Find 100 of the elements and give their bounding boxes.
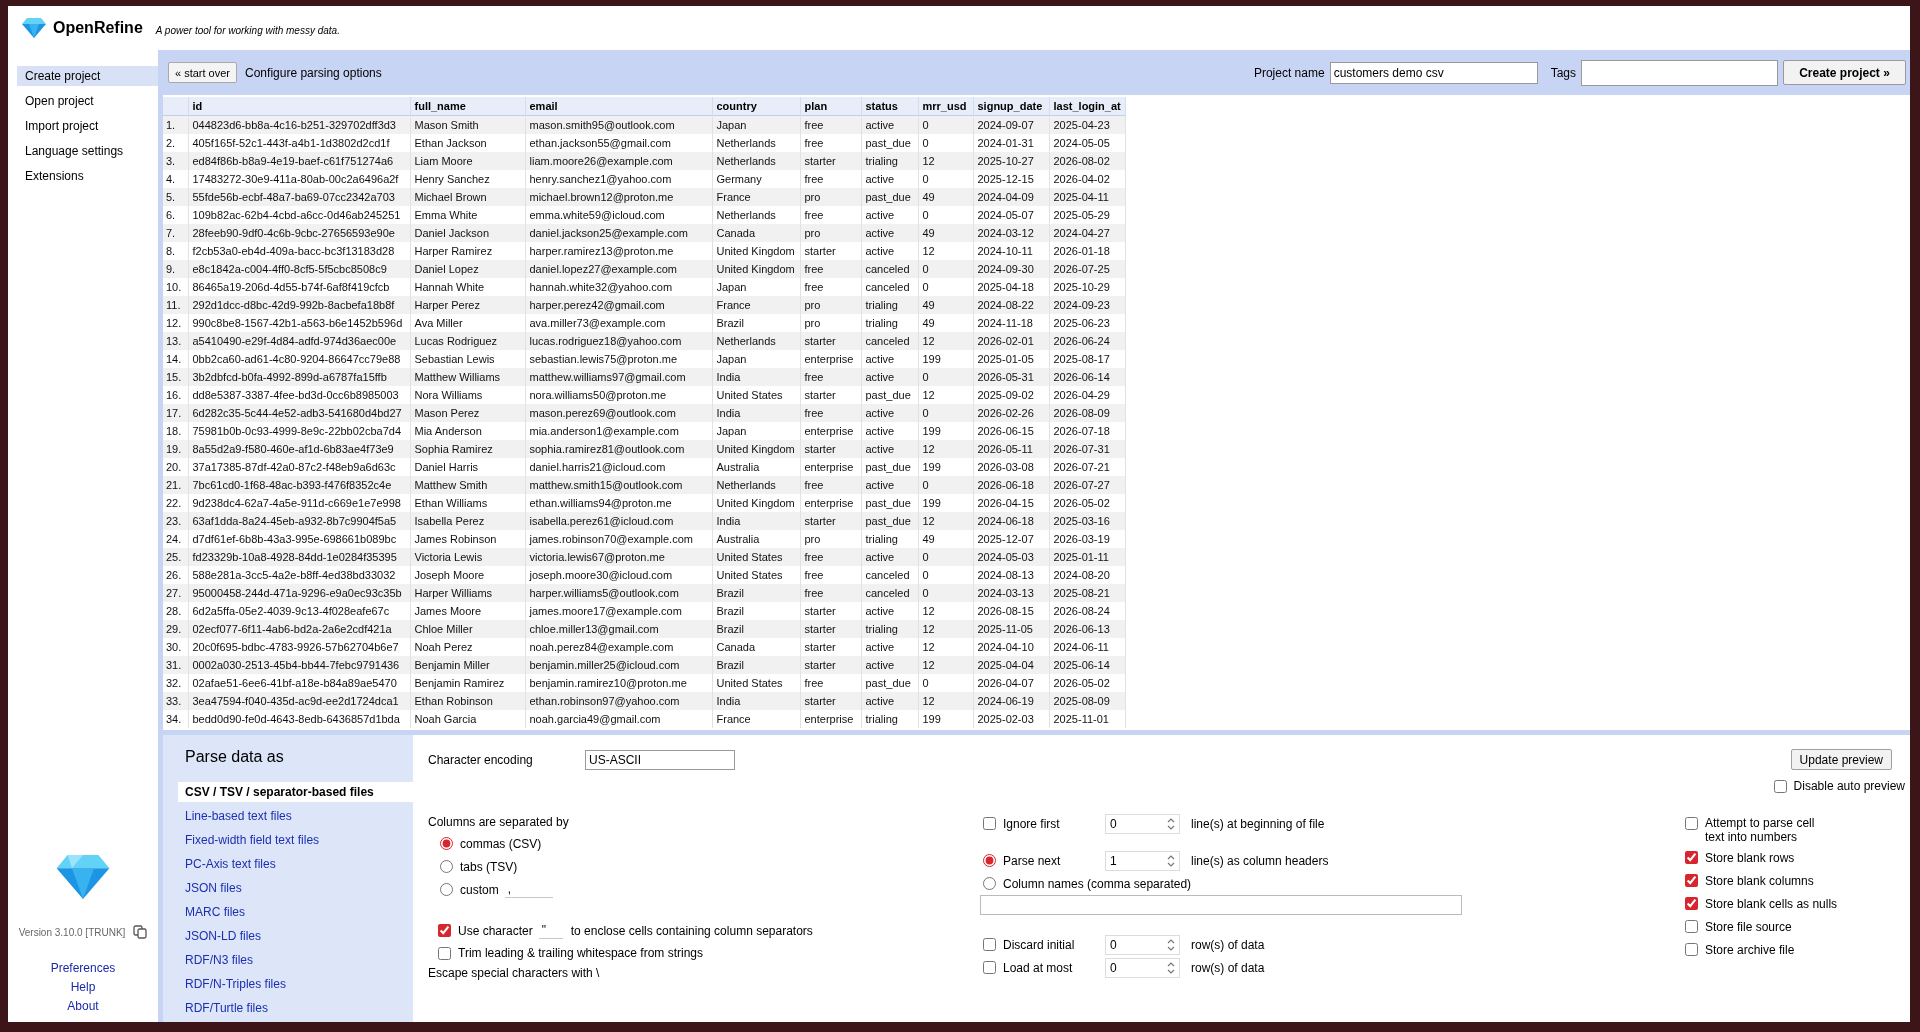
checkbox[interactable] bbox=[1685, 851, 1698, 864]
number-field[interactable]: 0 bbox=[1105, 934, 1180, 955]
table-cell: Noah Garcia bbox=[410, 710, 525, 728]
option-label: Ignore first bbox=[1003, 816, 1061, 831]
project-name-field[interactable]: customers demo csv bbox=[1329, 61, 1538, 84]
table-cell: 49 bbox=[918, 188, 973, 206]
table-cell: Daniel Lopez bbox=[410, 260, 525, 278]
option-label: Columns are separated by bbox=[428, 814, 570, 831]
checkbox[interactable] bbox=[1773, 779, 1787, 793]
format-item[interactable]: CSV / TSV / separator-based files bbox=[178, 782, 413, 802]
table-cell: starter bbox=[800, 512, 861, 530]
sidebar-item[interactable]: Create project bbox=[17, 66, 158, 86]
table-cell: Chloe Miller bbox=[410, 620, 525, 638]
table-cell: Canada bbox=[712, 224, 800, 242]
number-field[interactable]: 0 bbox=[1105, 957, 1180, 978]
row-number: 25. bbox=[163, 548, 188, 566]
option-label: Discard initial bbox=[1003, 937, 1076, 952]
sidebar-item[interactable]: Language settings bbox=[17, 141, 158, 161]
checkbox[interactable] bbox=[438, 946, 451, 960]
radio-button[interactable] bbox=[440, 860, 453, 873]
table-cell: 0 bbox=[918, 476, 973, 494]
format-item[interactable]: MARC files bbox=[178, 902, 413, 922]
sidebar-item[interactable]: Extensions bbox=[17, 166, 158, 186]
checkbox[interactable] bbox=[438, 924, 451, 937]
checkbox[interactable] bbox=[983, 938, 996, 951]
number-field[interactable]: 1 bbox=[1105, 850, 1180, 871]
table-cell: Benjamin Miller bbox=[410, 656, 525, 674]
tags-label: Tags bbox=[1550, 65, 1576, 80]
table-cell: 12 bbox=[918, 656, 973, 674]
panel-title: Parse data as bbox=[184, 747, 285, 767]
sidebar-link[interactable]: About bbox=[67, 997, 99, 1016]
format-item[interactable]: Line-based text files bbox=[178, 806, 413, 826]
checkbox[interactable] bbox=[1685, 874, 1698, 887]
format-item[interactable]: JSON-LD files bbox=[178, 926, 413, 946]
table-cell: 2026-06-24 bbox=[1049, 332, 1125, 350]
table-cell: pro bbox=[800, 224, 861, 242]
number-field[interactable]: 0 bbox=[1105, 813, 1180, 834]
table-cell: United States bbox=[712, 548, 800, 566]
radio-button[interactable] bbox=[440, 883, 453, 896]
checkbox[interactable] bbox=[983, 961, 996, 974]
sidebar-item[interactable]: Open project bbox=[17, 91, 158, 111]
format-item[interactable]: RDF/N-Triples files bbox=[178, 974, 413, 994]
format-item[interactable]: RDF/N3 files bbox=[178, 950, 413, 970]
radio-button[interactable] bbox=[983, 854, 996, 867]
table-cell: 2025-03-16 bbox=[1049, 512, 1125, 530]
table-cell: Liam Moore bbox=[410, 152, 525, 170]
checkbox[interactable] bbox=[983, 817, 996, 830]
radio-button[interactable] bbox=[983, 877, 996, 890]
row-number: 31. bbox=[163, 656, 188, 674]
table-cell: 2026-02-01 bbox=[973, 332, 1049, 350]
table-cell: free bbox=[800, 548, 861, 566]
checkbox[interactable] bbox=[1685, 897, 1698, 910]
table-cell: pro bbox=[800, 188, 861, 206]
table-cell: 2025-10-27 bbox=[973, 152, 1049, 170]
table-cell: Lucas Rodriguez bbox=[410, 332, 525, 350]
option-label: line(s) at beginning of file bbox=[1191, 816, 1325, 831]
table-cell: 55fde56b-ecbf-48a7-ba69-07cc2342a703 bbox=[188, 188, 410, 206]
sidebar-item[interactable]: Import project bbox=[17, 116, 158, 136]
tags-field[interactable] bbox=[1581, 59, 1778, 86]
table-cell: starter bbox=[800, 440, 861, 458]
checkbox[interactable] bbox=[1685, 943, 1698, 956]
format-item[interactable]: JSON files bbox=[178, 878, 413, 898]
update-preview-button[interactable]: Update preview bbox=[1790, 749, 1892, 770]
table-cell: chloe.miller13@gmail.com bbox=[525, 620, 712, 638]
table-cell: 2026-06-13 bbox=[1049, 620, 1125, 638]
column-header: status bbox=[861, 97, 918, 116]
create-project-button[interactable]: Create project » bbox=[1783, 60, 1906, 85]
checkbox[interactable] bbox=[1685, 817, 1698, 830]
table-cell: 7bc61cd0-1f68-48ac-b393-f476f8352c4e bbox=[188, 476, 410, 494]
table-cell: 2025-11-01 bbox=[1049, 710, 1125, 728]
option-label: Store blank cells as nulls bbox=[1705, 896, 1838, 911]
column-header: last_login_at bbox=[1049, 97, 1125, 116]
table-cell: India bbox=[712, 404, 800, 422]
table-cell: Michael Brown bbox=[410, 188, 525, 206]
row-number: 13. bbox=[163, 332, 188, 350]
table-cell: 12 bbox=[918, 512, 973, 530]
format-item[interactable]: PC-Axis text files bbox=[178, 854, 413, 874]
table-cell: 3b2dbfcd-b0fa-4992-899d-a6787fa15ffb bbox=[188, 368, 410, 386]
option-label: Store blank columns bbox=[1705, 873, 1814, 888]
format-item[interactable]: Fixed-width field text files bbox=[178, 830, 413, 850]
checkbox[interactable] bbox=[1685, 920, 1698, 933]
table-cell: harper.williams5@outlook.com bbox=[525, 584, 712, 602]
row-number: 3. bbox=[163, 152, 188, 170]
column-names-field[interactable] bbox=[980, 895, 1462, 915]
sidebar-link[interactable]: Preferences bbox=[50, 959, 116, 978]
copy-icon[interactable] bbox=[133, 925, 148, 939]
table-cell: victoria.lewis67@proton.me bbox=[525, 548, 712, 566]
table-cell: canceled bbox=[861, 584, 918, 602]
sidebar-link[interactable]: Help bbox=[70, 978, 96, 997]
quote-character-field[interactable]: " bbox=[538, 922, 563, 939]
table-cell: ed84f86b-b8a9-4e19-baef-c61f751274a6 bbox=[188, 152, 410, 170]
radio-button[interactable] bbox=[440, 837, 453, 850]
option-label: line(s) as column headers bbox=[1191, 853, 1329, 868]
start-over-button[interactable]: « start over bbox=[168, 62, 238, 83]
diamond-icon bbox=[56, 855, 110, 899]
table-cell: daniel.jackson25@example.com bbox=[525, 224, 712, 242]
format-item[interactable]: RDF/Turtle files bbox=[178, 998, 413, 1018]
table-cell: 49 bbox=[918, 224, 973, 242]
table-cell: canceled bbox=[861, 260, 918, 278]
encoding-field[interactable]: US-ASCII bbox=[585, 749, 735, 770]
